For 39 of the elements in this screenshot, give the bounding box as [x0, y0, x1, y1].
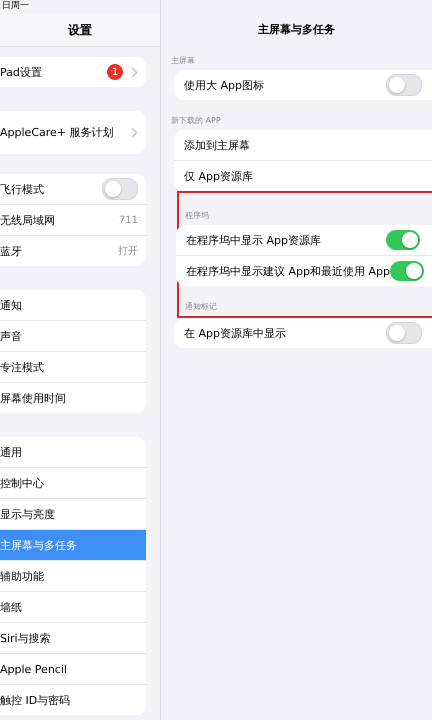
settings-item[interactable]: 通知 [0, 290, 146, 320]
settings-item[interactable]: 墙纸 [0, 591, 146, 622]
settings-item[interactable]: 使用大 App图标 [174, 70, 432, 100]
status-value: 打开 [118, 244, 138, 258]
settings-item[interactable]: Apple Pencil [0, 653, 146, 684]
toggle-switch[interactable] [102, 178, 138, 200]
settings-item[interactable]: 飞行模式 [0, 174, 146, 204]
settings-item[interactable]: 通用 [0, 437, 146, 467]
settings-item[interactable]: 触控 ID与密码 [0, 684, 146, 715]
notification-badge: 1 [107, 64, 123, 80]
chevron-icon [131, 66, 138, 78]
toggle-switch[interactable] [386, 74, 422, 96]
settings-item[interactable]: 声音 [0, 320, 146, 351]
settings-item[interactable]: 屏幕使用时间 [0, 382, 146, 413]
settings-item[interactable]: Pad设置 1 [0, 57, 146, 87]
settings-item[interactable]: 在程序坞中显示 App资源库 [176, 225, 432, 255]
settings-item[interactable]: 添加到主屏幕 [174, 130, 432, 160]
status-date: 日周一 [1, 0, 30, 13]
settings-item[interactable]: Siri与搜索 [0, 622, 146, 653]
settings-item[interactable]: 辅助功能 [0, 560, 146, 591]
settings-item[interactable]: 在 App资源库中显示 [174, 318, 432, 348]
section-header: 新下载的 APP [170, 115, 222, 127]
toggle-switch[interactable] [390, 261, 424, 281]
toggle-switch[interactable] [386, 230, 420, 250]
settings-item[interactable]: 蓝牙 打开 [0, 235, 146, 266]
chevron-icon [131, 127, 138, 138]
settings-item[interactable]: 无线局域网 711 [0, 204, 146, 235]
settings-item[interactable]: AppleCare+ 服务计划 [0, 111, 146, 154]
status-value: 711 [118, 214, 138, 226]
settings-item[interactable]: 仅 App资源库 [174, 160, 432, 191]
toggle-switch[interactable] [386, 322, 422, 344]
settings-item[interactable]: 控制中心 [0, 467, 146, 498]
section-header: 主屏幕 [170, 55, 196, 67]
settings-item[interactable]: 专注模式 [0, 351, 146, 382]
section-header: 程序坞 [184, 210, 210, 222]
section-header: 通知标记 [184, 301, 218, 313]
settings-item[interactable]: 在程序坞中显示建议 App和最近使用 App [176, 255, 432, 286]
sidebar-title: 设置 [0, 14, 160, 47]
page-title: 主屏幕与多任务 [257, 22, 336, 38]
